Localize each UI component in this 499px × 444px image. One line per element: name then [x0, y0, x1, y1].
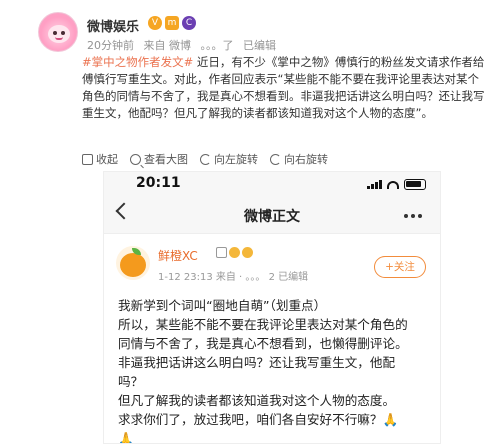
post-source-suffix: 。。。了: [200, 39, 234, 52]
inner-post: 鲜橙XC 1-12 23:13 来自 · 。。。 2 已编辑 +关注 我新学到个…: [104, 234, 440, 444]
rotate-left-icon: [200, 153, 211, 165]
signal-icon: [367, 180, 382, 189]
avatar-face: [48, 25, 70, 43]
inner-avatar[interactable]: [116, 246, 150, 280]
inner-line: 求求你们了，放过我吧，咱们各自安好不行嘛？🙏: [118, 412, 399, 427]
phone-status-bar: 20:11: [104, 172, 440, 196]
account-badges: V m C: [148, 16, 196, 30]
inner-line: 非逼我把话讲这么明白吗？还让我写重生文，他配: [118, 355, 396, 370]
rotate-left-label: 向左旋转: [214, 153, 258, 166]
nav-title: 微博正文: [244, 209, 300, 225]
phone-nav-bar: 微博正文: [104, 196, 440, 234]
orange-avatar-icon: [120, 253, 146, 277]
inner-line: 🙏: [118, 431, 134, 444]
inner-post-text: 我新学到个词叫“圈地自萌”（划重点） 所以，某些能不能不要在我评论里表达对某个角…: [118, 296, 434, 444]
inner-badge-icon-2: [229, 247, 240, 258]
status-icons: [367, 179, 426, 190]
verified-badge-icon: V: [148, 16, 162, 30]
inner-line: 所以，某些能不能不要在我评论里表达对某个角色的: [118, 317, 408, 332]
inner-line: 但凡了解我的读者都该知道我对这个人物的态度。: [118, 393, 396, 408]
post-body: #掌中之物作者发文# 近日，有不少《掌中之物》傅慎行的粉丝发文请求作者给傅慎行写…: [82, 54, 486, 122]
inner-badges: [216, 247, 253, 258]
rotate-left-button[interactable]: 向左旋转: [200, 151, 258, 167]
view-large-button[interactable]: 查看大图: [130, 151, 188, 167]
post-meta: 20分钟前 来自 微博 。。。了 已编辑: [87, 37, 282, 53]
inner-meta: 1-12 23:13 来自 · 。。。 2 已编辑: [158, 272, 309, 283]
inner-line: 我新学到个词叫“圈地自萌”（划重点）: [118, 298, 327, 313]
collapse-button[interactable]: 收起: [82, 151, 118, 167]
inner-author-name[interactable]: 鲜橙XC: [158, 247, 198, 264]
rotate-right-label: 向右旋转: [284, 153, 328, 166]
rotate-right-icon: [270, 153, 281, 165]
view-large-label: 查看大图: [144, 153, 188, 166]
status-time: 20:11: [136, 175, 181, 191]
account-name[interactable]: 微博娱乐: [87, 16, 139, 35]
avatar-eye-left: [53, 31, 57, 35]
embedded-screenshot[interactable]: 20:11 微博正文 鲜橙XC 1-12 23:13 来自 · 。。。 2 已编…: [103, 171, 441, 444]
member-badge-icon: m: [165, 16, 179, 30]
inner-badge-icon-1: [216, 247, 227, 258]
image-toolbar: 收起 查看大图 向左旋转 向右旋转: [82, 151, 328, 167]
post-source: 来自 微博: [143, 39, 192, 52]
post-edited[interactable]: 已编辑: [243, 39, 276, 52]
follow-button[interactable]: +关注: [374, 256, 426, 278]
collapse-label: 收起: [96, 153, 118, 166]
inner-line: 同情与不舍了，我是真心不想看到，也懒得删评论。: [118, 336, 408, 351]
post-time[interactable]: 20分钟前: [87, 39, 134, 52]
inner-line: 吗？: [118, 374, 144, 389]
battery-icon: [404, 179, 426, 190]
collapse-icon: [82, 153, 93, 165]
inner-badge-icon-3: [242, 247, 253, 258]
avatar-eye-right: [61, 31, 65, 35]
account-avatar[interactable]: [38, 12, 78, 52]
creator-badge-icon: C: [182, 16, 196, 30]
hashtag-link[interactable]: #掌中之物作者发文#: [82, 55, 193, 69]
wifi-icon: [387, 180, 399, 189]
more-icon[interactable]: [404, 214, 422, 218]
magnifier-icon: [130, 153, 141, 165]
post-header: 微博娱乐 V m C 20分钟前 来自 微博 。。。了 已编辑: [38, 10, 478, 58]
rotate-right-button[interactable]: 向右旋转: [270, 151, 328, 167]
